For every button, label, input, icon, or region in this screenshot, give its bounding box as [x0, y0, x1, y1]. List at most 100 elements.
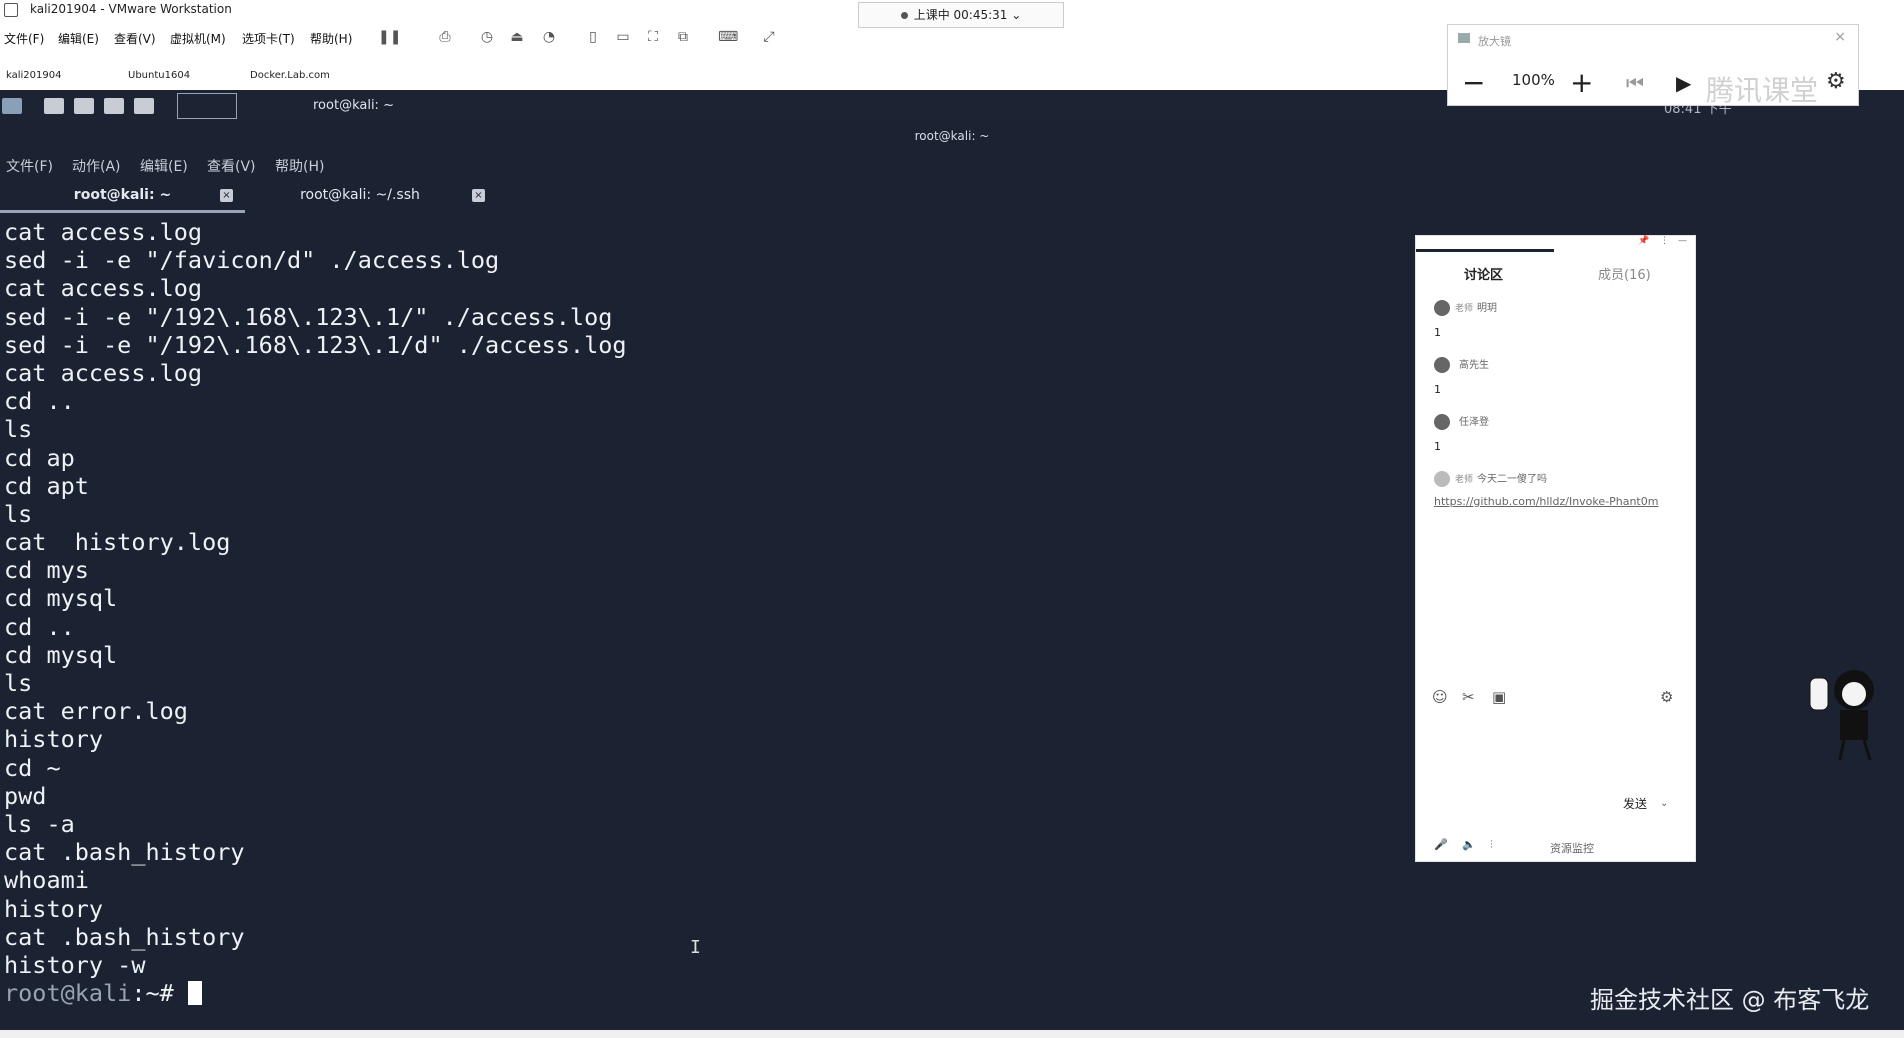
taskbar-window-button[interactable]	[177, 93, 237, 119]
terminal-line: cat history.log	[4, 528, 231, 557]
close-icon[interactable]: ×	[220, 189, 233, 202]
vmware-logo-icon	[4, 3, 18, 17]
terminal-line: cat access.log	[4, 358, 203, 387]
terminal-line: cd ..	[4, 387, 75, 416]
terminal-line: cd mysql	[4, 584, 118, 613]
terminal-line: ls	[4, 669, 33, 697]
menu-edit[interactable]: 编辑(E)	[58, 30, 99, 47]
terminal-output[interactable]: cat access.log sed -i -e "/favicon/d" ./a…	[4, 218, 627, 1007]
gear-icon[interactable]: ⚙	[1826, 69, 1846, 94]
chat-statusbar: 🎤 🔈 ⫶ 资源监控	[1416, 836, 1695, 858]
menu-file[interactable]: 文件(F)	[4, 30, 44, 47]
chat-message-text: 1	[1434, 383, 1441, 396]
terminal-line: cat access.log	[4, 218, 203, 246]
magnifier-title: 放大镜	[1478, 35, 1511, 48]
term-menu-edit[interactable]: 编辑(E)	[140, 156, 188, 176]
prev-icon[interactable]: ⏮	[1626, 71, 1644, 95]
panel-window-title: root@kali: ~	[313, 98, 394, 113]
sidebar-icon[interactable]: ▯	[584, 28, 602, 46]
more-icon[interactable]: ⋮	[1660, 236, 1669, 246]
prompt-line[interactable]: root@kali:~#	[4, 979, 627, 1007]
chat-message-link[interactable]: https://github.com/hlldz/Invoke-Phant0m	[1434, 495, 1658, 508]
brand-logo: 腾讯课堂	[1706, 74, 1819, 107]
speaker-icon[interactable]: 🔈	[1462, 838, 1476, 851]
terminal-line: history	[4, 894, 104, 923]
close-icon[interactable]: ×	[1834, 29, 1846, 45]
zoom-out-button[interactable]: −	[1462, 69, 1485, 97]
chat-message-header: 高先生	[1434, 356, 1489, 373]
browser-icon[interactable]	[134, 98, 154, 114]
terminal-line: history -w	[4, 950, 146, 979]
term-menu-file[interactable]: 文件(F)	[6, 156, 53, 176]
close-icon[interactable]: ×	[472, 189, 485, 202]
tab-discussion[interactable]: 讨论区	[1464, 264, 1503, 283]
avatar	[1434, 471, 1450, 487]
tab-members[interactable]: 成员(16)	[1598, 264, 1651, 283]
fullscreen-icon[interactable]: ⛶	[644, 28, 662, 46]
image-icon[interactable]: ▣	[1492, 688, 1506, 706]
zoom-in-button[interactable]: +	[1570, 69, 1593, 97]
chevron-down-icon[interactable]: ⌄	[1660, 794, 1674, 814]
terminal-line: sed -i -e "/192\.168\.123\.1/d" ./access…	[4, 330, 627, 359]
term-tab-home[interactable]: root@kali: ~	[0, 184, 245, 213]
pin-icon[interactable]: 📌	[1638, 236, 1649, 246]
terminal-line: cd ap	[4, 443, 75, 472]
terminal-line: pwd	[4, 781, 47, 810]
minimize-icon[interactable]: —	[1678, 236, 1687, 246]
terminal-line: sed -i -e "/favicon/d" ./access.log	[4, 246, 500, 275]
vm-tab-ubuntu[interactable]: Ubuntu1604	[128, 70, 190, 81]
recording-time: 上课中 00:45:31	[913, 8, 1008, 22]
terminal-icon[interactable]	[104, 98, 124, 114]
menu-tabs[interactable]: 选项卡(T)	[242, 30, 295, 47]
terminal-title: root@kali: ~	[914, 129, 990, 143]
snapshot-icon[interactable]: ◷	[478, 28, 496, 46]
mascot-sticker	[1809, 670, 1874, 761]
console-icon[interactable]: ⌨	[718, 28, 738, 46]
terminal-line: cd apt	[4, 471, 89, 500]
chat-message-header: 任泽登	[1434, 413, 1489, 430]
avatar	[1434, 357, 1450, 373]
menu-view[interactable]: 查看(V)	[114, 30, 156, 47]
term-menu-action[interactable]: 动作(A)	[72, 156, 121, 176]
send-button[interactable]: 发送	[1612, 794, 1658, 814]
avatar	[1434, 300, 1450, 316]
smile-icon[interactable]: ☺	[1432, 688, 1448, 706]
avatar	[1434, 414, 1450, 430]
settings-icon[interactable]: ⚙	[1660, 688, 1673, 706]
chat-message-text: 1	[1434, 326, 1441, 339]
send-keys-icon[interactable]: ⎙	[436, 28, 454, 46]
terminal-line: cat .bash_history	[4, 838, 245, 867]
chat-message-text: 1	[1434, 440, 1441, 453]
terminal-line: cd mysql	[4, 640, 118, 669]
magnifier-icon	[1458, 33, 1470, 43]
menu-help[interactable]: 帮助(H)	[310, 30, 352, 47]
play-icon[interactable]: ▶	[1676, 71, 1691, 95]
term-tab-ssh[interactable]: root@kali: ~/.ssh	[245, 184, 475, 210]
terminal-line: ls	[4, 499, 33, 528]
terminal-line: cd ~	[4, 753, 61, 782]
terminal-line: cat .bash_history	[4, 922, 245, 951]
unity-icon[interactable]: ⧉	[674, 28, 692, 46]
terminal-line: whoami	[4, 866, 89, 895]
snapshot-manager-icon[interactable]: ◔	[540, 28, 558, 46]
chat-topbar: 📌 ⋮ —	[1416, 236, 1695, 250]
pause-icon[interactable]: ❚❚	[378, 28, 401, 46]
terminal-line: cd mys	[4, 556, 89, 585]
kali-menu-icon[interactable]	[2, 98, 22, 114]
menu-vm[interactable]: 虚拟机(M)	[170, 30, 226, 47]
thumbnail-icon[interactable]: ▭	[614, 28, 632, 46]
desktop-icon[interactable]	[44, 98, 64, 114]
revert-icon[interactable]: ⏏	[508, 28, 526, 46]
chart-icon[interactable]: ⫶	[1490, 838, 1493, 852]
stretch-icon[interactable]: ⤢	[760, 28, 778, 46]
scissors-icon[interactable]: ✂	[1462, 688, 1475, 706]
term-menu-view[interactable]: 查看(V)	[207, 156, 256, 176]
microphone-icon[interactable]: 🎤	[1434, 838, 1448, 851]
terminal-tabs: root@kali: ~ × root@kali: ~/.ssh ×	[0, 180, 1904, 213]
vm-tab-docker[interactable]: Docker.Lab.com	[250, 70, 330, 81]
terminal-line: cd ..	[4, 612, 75, 641]
term-menu-help[interactable]: 帮助(H)	[275, 156, 324, 176]
terminal-line: cat error.log	[4, 697, 188, 726]
vm-tab-kali[interactable]: kali201904	[6, 70, 61, 81]
folder-icon[interactable]	[74, 98, 94, 114]
